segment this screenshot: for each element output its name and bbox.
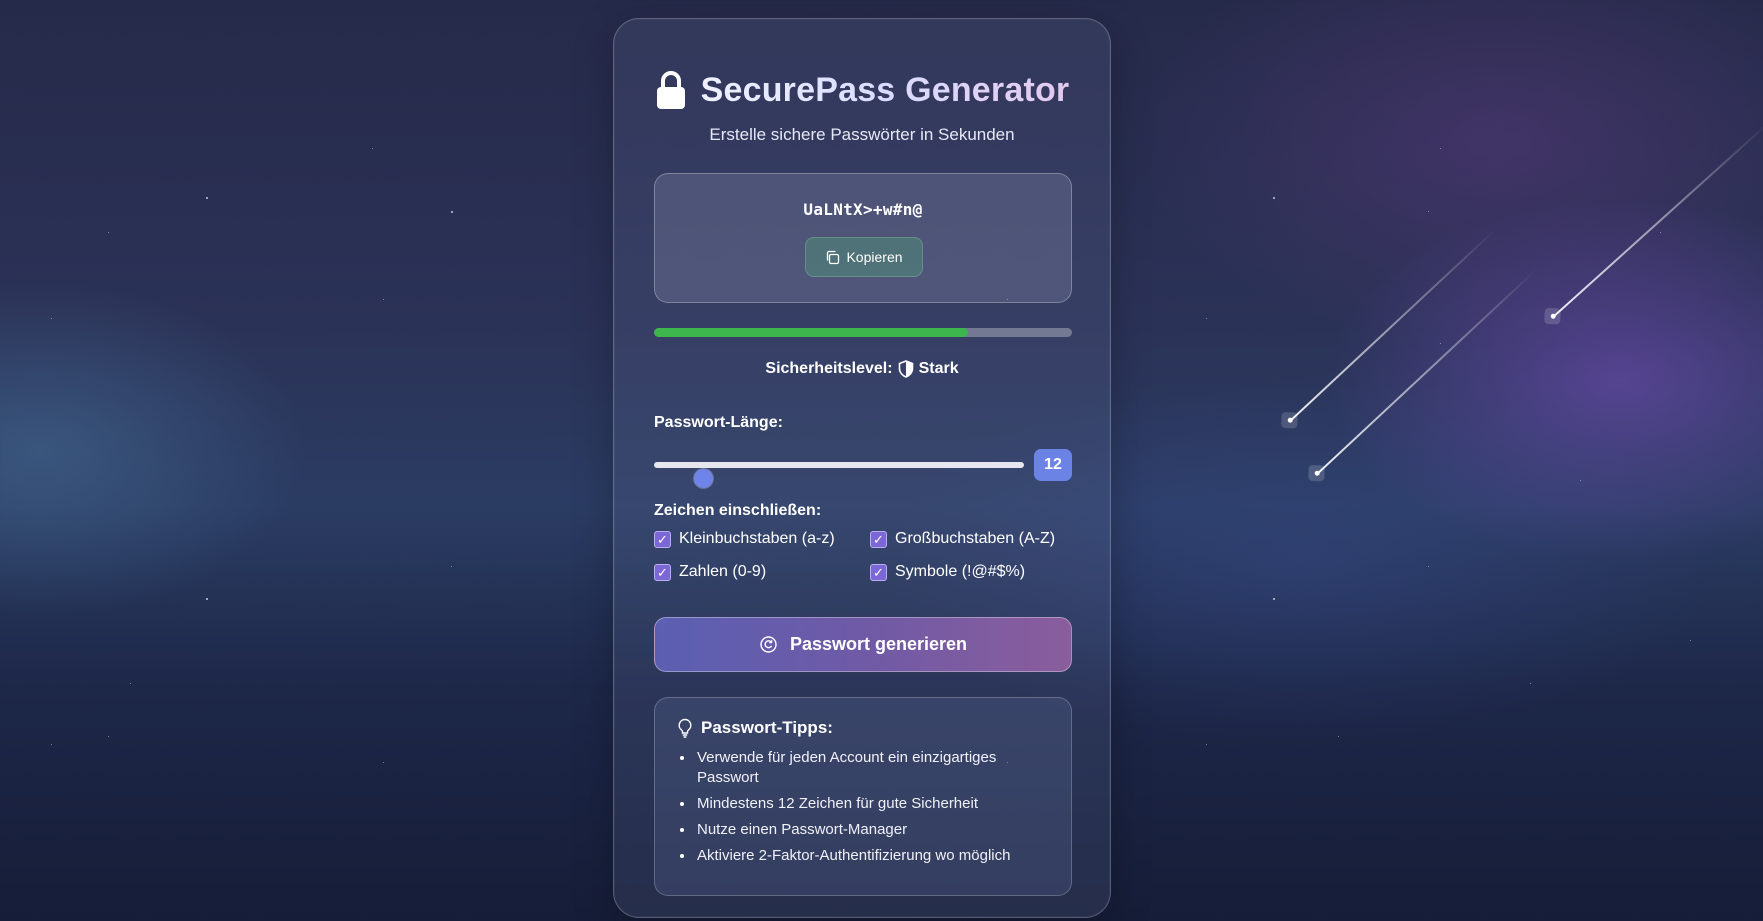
tips-list: Verwende für jeden Account ein einzigart… [677, 748, 1051, 866]
tip-item: Verwende für jeden Account ein einzigart… [695, 748, 1051, 788]
length-value-badge: 12 [1034, 449, 1072, 481]
option-uppercase[interactable]: ✓ Großbuchstaben (A-Z) [870, 530, 1072, 548]
strength-label-text: Sicherheitslevel: [765, 360, 893, 377]
lightbulb-icon [677, 718, 693, 738]
shooting-star [1552, 122, 1763, 318]
lock-icon [655, 68, 687, 112]
title-row: SecurePass Generator [614, 65, 1110, 115]
length-slider-track[interactable] [654, 462, 1024, 488]
header: SecurePass Generator Erstelle sichere Pa… [614, 65, 1110, 145]
checkbox-uppercase[interactable]: ✓ [870, 530, 887, 548]
strength-meter [654, 328, 1072, 337]
character-options: ✓ Kleinbuchstaben (a-z) ✓ Großbuchstaben… [654, 530, 1072, 581]
password-display: UaLNtX>+w#n@ Kopieren [654, 173, 1072, 303]
option-symbols[interactable]: ✓ Symbole (!@#$%) [870, 563, 1072, 581]
checkbox-lowercase[interactable]: ✓ [654, 530, 671, 548]
shooting-star [1316, 268, 1537, 475]
length-slider-thumb[interactable] [694, 469, 714, 488]
option-numbers-label: Zahlen (0-9) [679, 563, 767, 580]
option-lowercase[interactable]: ✓ Kleinbuchstaben (a-z) [654, 530, 870, 548]
length-label: Passwort-Länge: [654, 414, 783, 431]
tips-title-row: Passwort-Tipps: [677, 718, 1051, 738]
option-uppercase-label: Großbuchstaben (A-Z) [895, 530, 1056, 547]
option-symbols-label: Symbole (!@#$%) [895, 563, 1026, 580]
page-subtitle: Erstelle sichere Passwörter in Sekunden [709, 125, 1015, 144]
generator-card: SecurePass Generator Erstelle sichere Pa… [613, 18, 1111, 918]
strength-level: Stark [918, 360, 959, 377]
length-slider-row: 12 [654, 449, 1072, 488]
generate-button-label: Passwort generieren [789, 634, 968, 654]
option-lowercase-label: Kleinbuchstaben (a-z) [679, 530, 835, 547]
tip-item: Mindestens 12 Zeichen für gute Sicherhei… [695, 794, 1051, 814]
refresh-icon [759, 635, 778, 654]
tip-item: Aktiviere 2-Faktor-Authentifizierung wo … [695, 846, 1051, 866]
characters-label: Zeichen einschließen: [654, 502, 822, 519]
generated-password[interactable]: UaLNtX>+w#n@ [655, 200, 1071, 219]
tips-title: Passwort-Tipps: [701, 718, 833, 737]
shooting-star [1289, 229, 1496, 422]
strength-label: Sicherheitslevel: Stark [614, 360, 1110, 378]
copy-button-label: Kopieren [846, 249, 903, 265]
strength-meter-fill [654, 328, 968, 337]
copy-icon [825, 250, 840, 265]
option-numbers[interactable]: ✓ Zahlen (0-9) [654, 563, 870, 581]
generate-button[interactable]: Passwort generieren [654, 617, 1072, 672]
checkbox-symbols[interactable]: ✓ [870, 563, 887, 581]
shield-icon [898, 360, 914, 378]
page-title: SecurePass Generator [700, 70, 1070, 109]
checkbox-numbers[interactable]: ✓ [654, 563, 671, 581]
tip-item: Nutze einen Passwort-Manager [695, 820, 1051, 840]
tips-panel: Passwort-Tipps: Verwende für jeden Accou… [654, 697, 1072, 896]
copy-button[interactable]: Kopieren [805, 237, 923, 277]
